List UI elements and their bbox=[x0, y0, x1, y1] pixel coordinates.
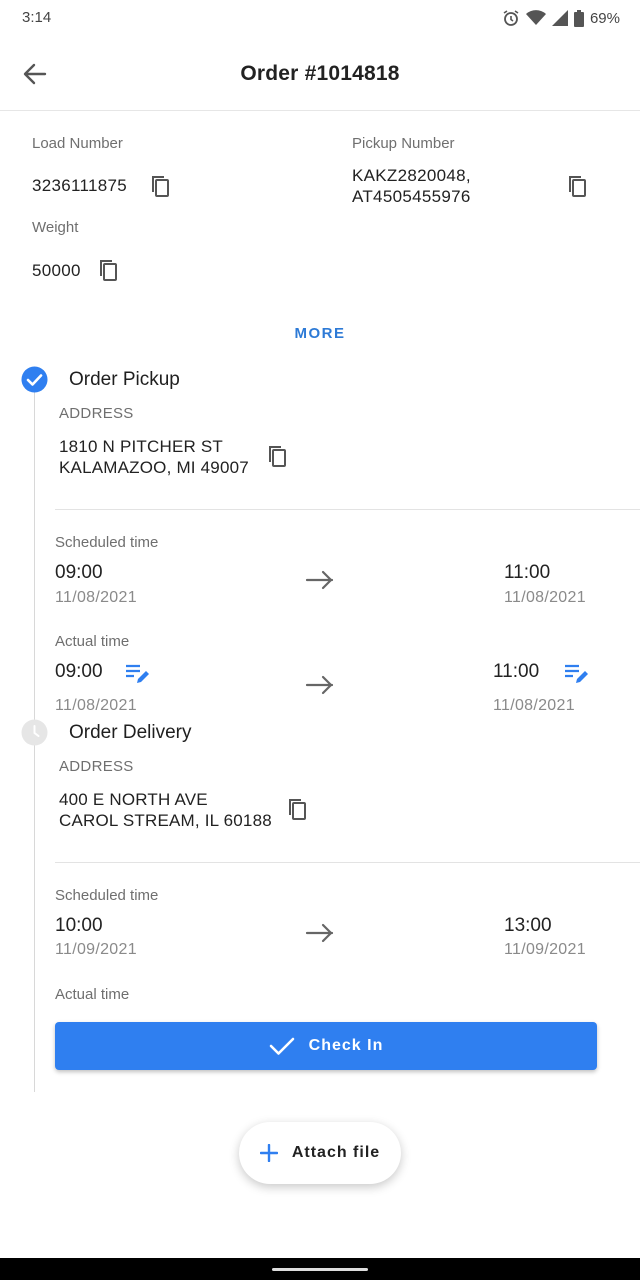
attach-file-button[interactable]: Attach file bbox=[239, 1122, 401, 1184]
copy-icon bbox=[269, 446, 286, 467]
copy-icon bbox=[289, 799, 306, 820]
pickup-actual-end-time: 11:00 bbox=[493, 661, 540, 682]
edit-note-icon bbox=[565, 664, 588, 683]
pickup-number-line1: KAKZ2820048, bbox=[352, 166, 471, 185]
pickup-actual-start-date: 11/08/2021 bbox=[55, 697, 137, 714]
edit-actual-end-button[interactable] bbox=[564, 663, 590, 685]
wifi-icon bbox=[525, 10, 546, 25]
delivery-title: Order Delivery bbox=[69, 722, 192, 743]
copy-pickup-number-button[interactable] bbox=[566, 174, 588, 198]
copy-load-number-button[interactable] bbox=[149, 174, 171, 198]
pickup-actual-label: Actual time bbox=[55, 633, 130, 650]
battery-icon bbox=[573, 9, 584, 27]
copy-delivery-address-button[interactable] bbox=[286, 797, 308, 821]
delivery-status-indicator bbox=[21, 719, 48, 746]
clock-icon bbox=[21, 719, 48, 746]
plus-icon bbox=[259, 1144, 278, 1162]
arrow-right-icon bbox=[305, 674, 335, 701]
check-in-button[interactable]: Check In bbox=[55, 1022, 597, 1070]
load-number-label: Load Number bbox=[32, 135, 123, 152]
pickup-scheduled-start-time: 09:00 bbox=[55, 562, 103, 583]
load-number-value: 3236111875 bbox=[32, 176, 128, 195]
pickup-actual-start-time: 09:00 bbox=[55, 661, 103, 682]
pickup-scheduled-start-date: 11/08/2021 bbox=[55, 589, 137, 606]
home-gesture-handle[interactable] bbox=[272, 1268, 368, 1271]
copy-icon bbox=[100, 260, 117, 281]
page-title: Order #1014818 bbox=[240, 62, 400, 85]
copy-weight-button[interactable] bbox=[97, 258, 119, 282]
app-bar: Order #1014818 bbox=[0, 38, 640, 111]
delivery-actual-label: Actual time bbox=[55, 986, 130, 1003]
copy-pickup-address-button[interactable] bbox=[266, 444, 288, 468]
pickup-actual-end-date: 11/08/2021 bbox=[493, 697, 575, 714]
status-time: 3:14 bbox=[22, 9, 52, 26]
attach-file-label: Attach file bbox=[291, 1144, 381, 1161]
pickup-address-line2: KALAMAZOO, MI 49007 bbox=[59, 458, 249, 477]
pickup-scheduled-label: Scheduled time bbox=[55, 534, 159, 551]
edit-actual-start-button[interactable] bbox=[125, 663, 151, 685]
delivery-address-label: ADDRESS bbox=[59, 758, 134, 775]
pickup-address-label: ADDRESS bbox=[59, 405, 134, 422]
battery-percent: 69% bbox=[589, 9, 620, 27]
check-circle-icon bbox=[21, 366, 48, 393]
delivery-scheduled-label: Scheduled time bbox=[55, 887, 159, 904]
more-button[interactable]: MORE bbox=[0, 325, 640, 342]
copy-icon bbox=[569, 176, 586, 197]
alarm-icon bbox=[503, 10, 519, 26]
pickup-number-line2: AT4505455976 bbox=[352, 187, 471, 206]
delivery-scheduled-end-date: 11/09/2021 bbox=[504, 941, 586, 958]
weight-label: Weight bbox=[32, 219, 79, 236]
edit-note-icon bbox=[126, 664, 149, 683]
divider bbox=[55, 509, 640, 510]
check-in-label: Check In bbox=[308, 1037, 384, 1054]
pickup-title: Order Pickup bbox=[69, 369, 180, 390]
arrow-right-icon bbox=[305, 922, 335, 949]
delivery-address-line2: CAROL STREAM, IL 60188 bbox=[59, 811, 272, 830]
status-icons: 69% bbox=[502, 9, 620, 27]
divider bbox=[55, 862, 640, 863]
arrow-right-icon bbox=[305, 569, 335, 596]
delivery-scheduled-start-date: 11/09/2021 bbox=[55, 941, 137, 958]
pickup-scheduled-end-time: 11:00 bbox=[504, 562, 551, 583]
delivery-scheduled-start-time: 10:00 bbox=[55, 915, 103, 936]
delivery-scheduled-end-time: 13:00 bbox=[504, 915, 552, 936]
check-icon bbox=[269, 1037, 294, 1055]
weight-value: 50000 bbox=[32, 261, 81, 280]
pickup-status-indicator bbox=[21, 366, 48, 393]
pickup-address-line1: 1810 N PITCHER ST bbox=[59, 437, 224, 456]
pickup-scheduled-end-date: 11/08/2021 bbox=[504, 589, 586, 606]
pickup-number-label: Pickup Number bbox=[352, 135, 455, 152]
delivery-address-line1: 400 E NORTH AVE bbox=[59, 790, 208, 809]
cell-signal-icon bbox=[551, 10, 568, 26]
copy-icon bbox=[152, 176, 169, 197]
